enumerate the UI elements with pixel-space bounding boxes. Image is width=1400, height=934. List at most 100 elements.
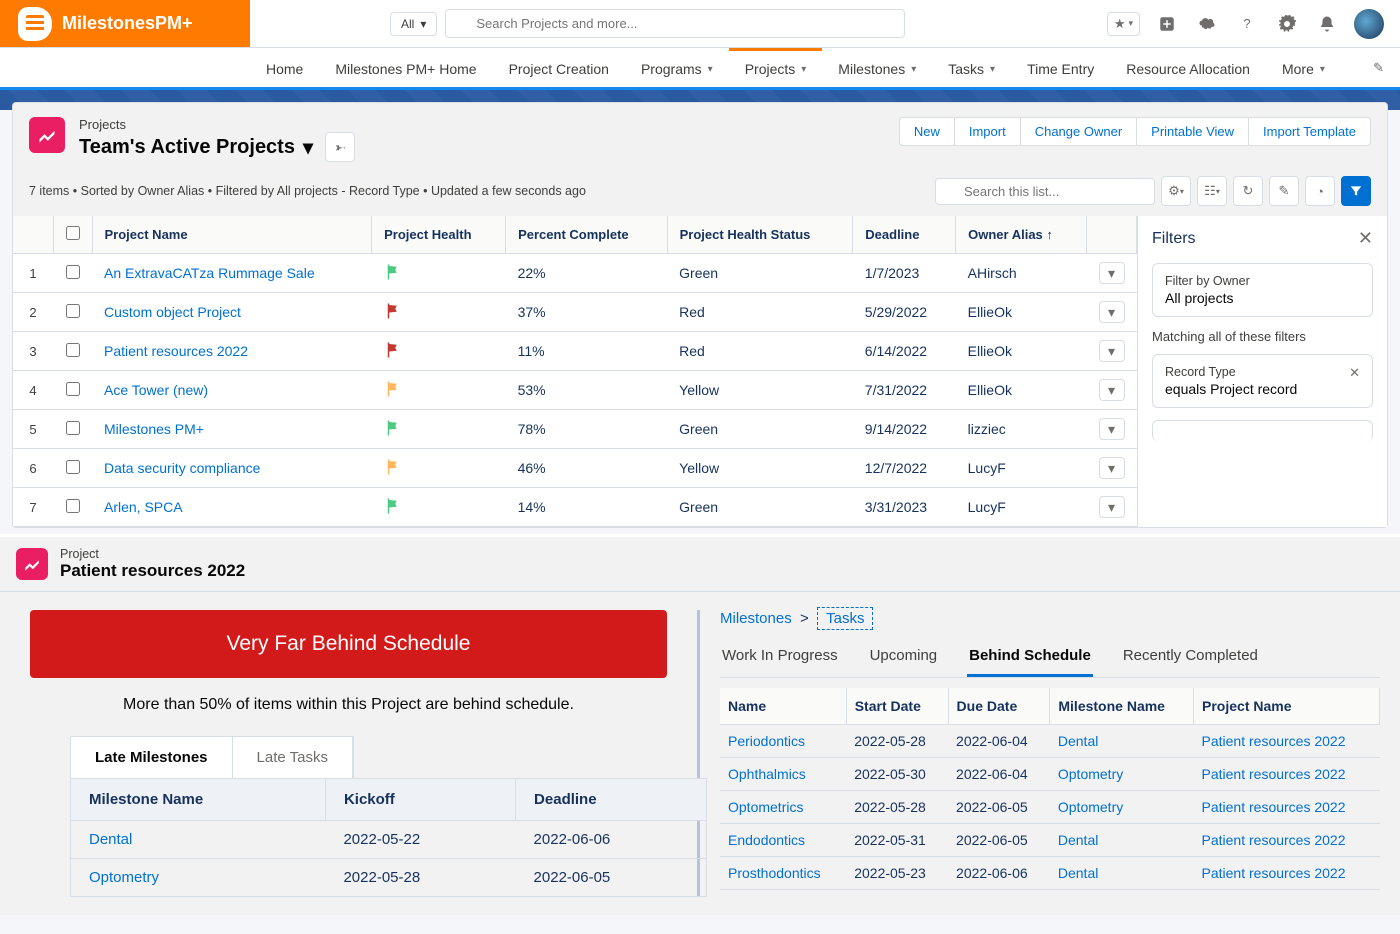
- project-link[interactable]: Patient resources 2022: [104, 343, 248, 359]
- remove-filter-icon[interactable]: ✕: [1349, 365, 1360, 381]
- row-checkbox[interactable]: [66, 265, 80, 279]
- nav-projects[interactable]: Projects▾: [729, 48, 823, 87]
- import-template-button[interactable]: Import Template: [1248, 117, 1371, 146]
- nav-edit-icon[interactable]: ✎: [1357, 48, 1400, 87]
- nav-project-creation[interactable]: Project Creation: [493, 48, 625, 87]
- add-icon[interactable]: [1154, 11, 1180, 37]
- task-link[interactable]: Optometrics: [728, 799, 803, 815]
- help-icon[interactable]: ?: [1234, 11, 1260, 37]
- filter-box-partial[interactable]: [1152, 420, 1373, 441]
- col-percent-complete[interactable]: Percent Complete: [506, 216, 668, 254]
- filter-record-type-box[interactable]: ✕ Record Type equals Project record: [1152, 354, 1373, 408]
- nav-more[interactable]: More▾: [1266, 48, 1341, 87]
- filter-owner-box[interactable]: Filter by Owner All projects: [1152, 263, 1373, 317]
- col-project-health[interactable]: Project Health: [372, 216, 506, 254]
- project-link[interactable]: Patient resources 2022: [1202, 733, 1346, 749]
- nav-programs[interactable]: Programs▾: [625, 48, 729, 87]
- printable-view-button[interactable]: Printable View: [1136, 117, 1249, 146]
- row-checkbox[interactable]: [66, 304, 80, 318]
- project-link[interactable]: Custom object Project: [104, 304, 241, 320]
- row-checkbox[interactable]: [66, 382, 80, 396]
- display-as-button[interactable]: ☷▾: [1197, 176, 1227, 206]
- notification-bell-icon[interactable]: [1314, 11, 1340, 37]
- project-object-icon: [29, 117, 65, 153]
- project-link[interactable]: Milestones PM+: [104, 421, 204, 437]
- row-menu-button[interactable]: ▾: [1099, 496, 1125, 518]
- user-avatar[interactable]: [1354, 9, 1384, 39]
- crumb-milestones[interactable]: Milestones: [720, 610, 792, 627]
- row-checkbox[interactable]: [66, 421, 80, 435]
- row-checkbox[interactable]: [66, 499, 80, 513]
- detail-record-title: Patient resources 2022: [60, 561, 245, 581]
- project-link[interactable]: Data security compliance: [104, 460, 260, 476]
- row-menu-button[interactable]: ▾: [1099, 379, 1125, 401]
- tab-recently-completed[interactable]: Recently Completed: [1121, 637, 1260, 677]
- project-link[interactable]: Ace Tower (new): [104, 382, 208, 398]
- task-link[interactable]: Endodontics: [728, 832, 805, 848]
- task-link[interactable]: Periodontics: [728, 733, 805, 749]
- row-checkbox[interactable]: [66, 460, 80, 474]
- search-scope-dropdown[interactable]: All ▾: [390, 12, 437, 36]
- task-link[interactable]: Prosthodontics: [728, 865, 821, 881]
- row-menu-button[interactable]: ▾: [1099, 418, 1125, 440]
- salesforce-icon[interactable]: [1194, 11, 1220, 37]
- task-link[interactable]: Ophthalmics: [728, 766, 806, 782]
- favorites-button[interactable]: ★▾: [1107, 12, 1140, 36]
- tab-work-in-progress[interactable]: Work In Progress: [720, 637, 840, 677]
- project-link[interactable]: Patient resources 2022: [1202, 799, 1346, 815]
- col-project-name[interactable]: Project Name: [92, 216, 372, 254]
- select-all-checkbox[interactable]: [66, 226, 80, 240]
- project-link[interactable]: Arlen, SPCA: [104, 499, 183, 515]
- global-search-input[interactable]: [445, 9, 905, 38]
- project-link[interactable]: Patient resources 2022: [1202, 865, 1346, 881]
- col-project-health-status[interactable]: Project Health Status: [667, 216, 853, 254]
- list-view-picker[interactable]: Team's Active Projects ▾: [79, 132, 355, 162]
- col-deadline[interactable]: Deadline: [853, 216, 956, 254]
- gear-icon[interactable]: [1274, 11, 1300, 37]
- row-menu-button[interactable]: ▾: [1099, 340, 1125, 362]
- crumb-tasks[interactable]: Tasks: [817, 607, 873, 630]
- milestone-link[interactable]: Dental: [89, 831, 132, 848]
- nav-resource-allocation[interactable]: Resource Allocation: [1110, 48, 1266, 87]
- milestone-link[interactable]: Optometry: [89, 869, 159, 886]
- settings-gear-button[interactable]: ⚙▾: [1161, 176, 1191, 206]
- tasks-table: NameStart DateDue DateMilestone NameProj…: [720, 688, 1380, 890]
- milestone-link[interactable]: Dental: [1058, 865, 1098, 881]
- project-link[interactable]: Patient resources 2022: [1202, 766, 1346, 782]
- refresh-button[interactable]: ↻: [1233, 176, 1263, 206]
- nav-home[interactable]: Home: [250, 48, 319, 87]
- table-row: 5Milestones PM+78%Green9/14/2022lizziec▾: [13, 410, 1137, 449]
- milestone-link[interactable]: Optometry: [1058, 799, 1123, 815]
- nav-milestones[interactable]: Milestones▾: [822, 48, 932, 87]
- row-menu-button[interactable]: ▾: [1099, 301, 1125, 323]
- tab-behind-schedule[interactable]: Behind Schedule: [967, 637, 1093, 677]
- nav-time-entry[interactable]: Time Entry: [1011, 48, 1110, 87]
- milestone-link[interactable]: Dental: [1058, 832, 1098, 848]
- pin-button[interactable]: [325, 132, 355, 162]
- list-search-input[interactable]: [935, 178, 1155, 205]
- row-checkbox[interactable]: [66, 343, 80, 357]
- change-owner-button[interactable]: Change Owner: [1020, 117, 1137, 146]
- row-menu-button[interactable]: ▾: [1099, 262, 1125, 284]
- milestone-link[interactable]: Optometry: [1058, 766, 1123, 782]
- nav-milestones-pm-home[interactable]: Milestones PM+ Home: [319, 48, 492, 87]
- project-link[interactable]: An ExtravaCATza Rummage Sale: [104, 265, 315, 281]
- nav-tasks[interactable]: Tasks▾: [932, 48, 1011, 87]
- milestone-link[interactable]: Dental: [1058, 733, 1098, 749]
- edit-button[interactable]: ✎: [1269, 176, 1299, 206]
- app-logo[interactable]: MilestonesPM+: [0, 0, 250, 47]
- import-button[interactable]: Import: [954, 117, 1021, 146]
- alert-subtext: More than 50% of items within this Proje…: [30, 696, 667, 714]
- subtab-late-milestones[interactable]: Late Milestones: [71, 737, 233, 778]
- project-link[interactable]: Patient resources 2022: [1202, 832, 1346, 848]
- close-icon[interactable]: ✕: [1358, 228, 1373, 249]
- chart-button[interactable]: ◔: [1305, 176, 1335, 206]
- subtab-late-tasks[interactable]: Late Tasks: [233, 737, 353, 778]
- chevron-down-icon: ▾: [708, 64, 713, 75]
- filters-panel: Filters ✕ Filter by Owner All projects M…: [1137, 216, 1387, 527]
- tab-upcoming[interactable]: Upcoming: [868, 637, 940, 677]
- row-menu-button[interactable]: ▾: [1099, 457, 1125, 479]
- col-owner-alias[interactable]: Owner Alias ↑: [956, 216, 1087, 254]
- new-button[interactable]: New: [899, 117, 955, 146]
- filter-button[interactable]: [1341, 176, 1371, 206]
